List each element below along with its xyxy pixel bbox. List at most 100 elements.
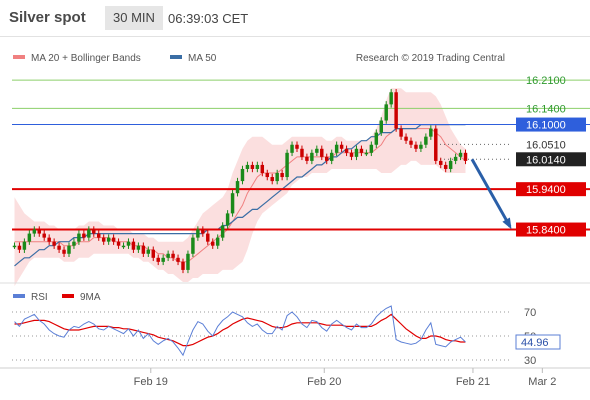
candle-body [429, 128, 433, 137]
candle-body [27, 233, 32, 242]
candle-body [354, 148, 359, 157]
candle-body [439, 160, 443, 165]
time-tick-label-0: Feb 19 [134, 376, 168, 388]
candle-body [101, 237, 106, 242]
rsi-ma-legend-label: 9MA [80, 292, 101, 303]
time-tick-label-2: Feb 21 [456, 376, 490, 388]
candle-body [320, 148, 324, 157]
candle-body [42, 233, 46, 238]
candle-body [37, 229, 41, 234]
level-label-5: 15.9400 [526, 184, 566, 196]
candle-body [235, 181, 240, 194]
candle-body [141, 245, 146, 254]
candle-body [414, 144, 418, 149]
candle-body [32, 229, 37, 234]
rsi-legend-swatch [13, 294, 25, 298]
candle-body [131, 241, 136, 250]
candle-body [424, 136, 428, 145]
rsi-line [14, 305, 466, 357]
candle-body [260, 164, 265, 174]
candle-body [136, 245, 141, 250]
candle-body [275, 173, 279, 182]
level-label-1: 16.1400 [526, 103, 566, 115]
level-label-0: 16.2100 [526, 75, 566, 87]
candle-body [245, 164, 250, 169]
candle-body [329, 152, 334, 161]
candle-body [77, 233, 81, 242]
candle-body [206, 233, 210, 242]
candle-body [255, 164, 260, 169]
candle-body [230, 193, 235, 214]
candle-body [359, 148, 364, 153]
time-axis: Feb 19 Feb 20 Feb 21 Mar 2 [0, 367, 590, 388]
rsi-panel: RSI 9MA 70503044.96 [0, 282, 590, 367]
candle-body [453, 156, 458, 161]
candle-body [305, 156, 309, 161]
candle-body [201, 229, 205, 234]
candle-body [325, 156, 329, 161]
candle-body [92, 229, 96, 234]
candle-body [409, 140, 413, 145]
rsi-tick-label-2: 30 [524, 355, 536, 367]
candle-body [265, 173, 269, 178]
ma50-legend-label: MA 50 [188, 53, 217, 64]
candle-body [458, 152, 463, 157]
candle-body [121, 245, 126, 248]
forecast-arrow [470, 158, 512, 228]
candle-body [156, 257, 160, 262]
candle-body [443, 164, 448, 169]
rsi-current-label: 44.96 [521, 337, 549, 349]
candle-body [374, 132, 379, 145]
candle-body [62, 249, 66, 254]
candle-body [270, 177, 274, 182]
candle-body [285, 152, 289, 178]
time-tick-label-3: Mar 2 [528, 376, 556, 388]
candle-body [379, 120, 383, 133]
candle-body [166, 253, 170, 258]
candle-body [364, 152, 369, 155]
main-panel: MA 20 + Bollinger Bands MA 50 Research ©… [12, 53, 590, 287]
candle-body [22, 241, 27, 250]
level-label-4: 16.0140 [526, 154, 566, 166]
candle-body [176, 257, 180, 262]
candle-body [57, 245, 61, 250]
candle-body [186, 253, 190, 270]
credit-text: Research © 2019 Trading Central [356, 53, 505, 64]
candle-body [211, 241, 215, 246]
candle-body [116, 241, 121, 246]
candle-body [52, 241, 56, 246]
candle-body [181, 261, 185, 270]
candle-body [404, 136, 408, 141]
forecast-arrowhead [502, 217, 512, 230]
candle-body [463, 152, 468, 161]
candle-body [171, 253, 175, 258]
candle-body [17, 245, 22, 250]
price-chart: MA 20 + Bollinger Bands MA 50 Research ©… [0, 53, 590, 388]
candle-body [399, 128, 403, 137]
candle-body [434, 128, 438, 161]
candle-body [67, 245, 71, 254]
candle-body [240, 168, 245, 182]
candle-body [47, 237, 51, 242]
candle-body [344, 148, 349, 153]
candle-body [225, 213, 230, 226]
level-label-6: 15.8400 [526, 225, 566, 237]
candle-body [111, 237, 116, 242]
rsi-legend-label: RSI [31, 292, 48, 303]
candle-body [215, 237, 220, 246]
rsi-ma-legend-swatch [62, 294, 74, 298]
candle-body [151, 249, 155, 258]
candle-body [126, 241, 131, 246]
candle-body [448, 160, 453, 169]
candle-body [12, 245, 17, 248]
candle-body [334, 144, 339, 153]
candle-body [106, 237, 111, 242]
candle-body [384, 104, 388, 121]
candle-body [220, 225, 225, 238]
candle-body [250, 164, 255, 169]
candle-body [82, 233, 86, 238]
candle-body [315, 148, 319, 153]
bollinger-legend-swatch [13, 55, 25, 59]
candle-body [191, 237, 195, 254]
candle-body [339, 144, 344, 149]
